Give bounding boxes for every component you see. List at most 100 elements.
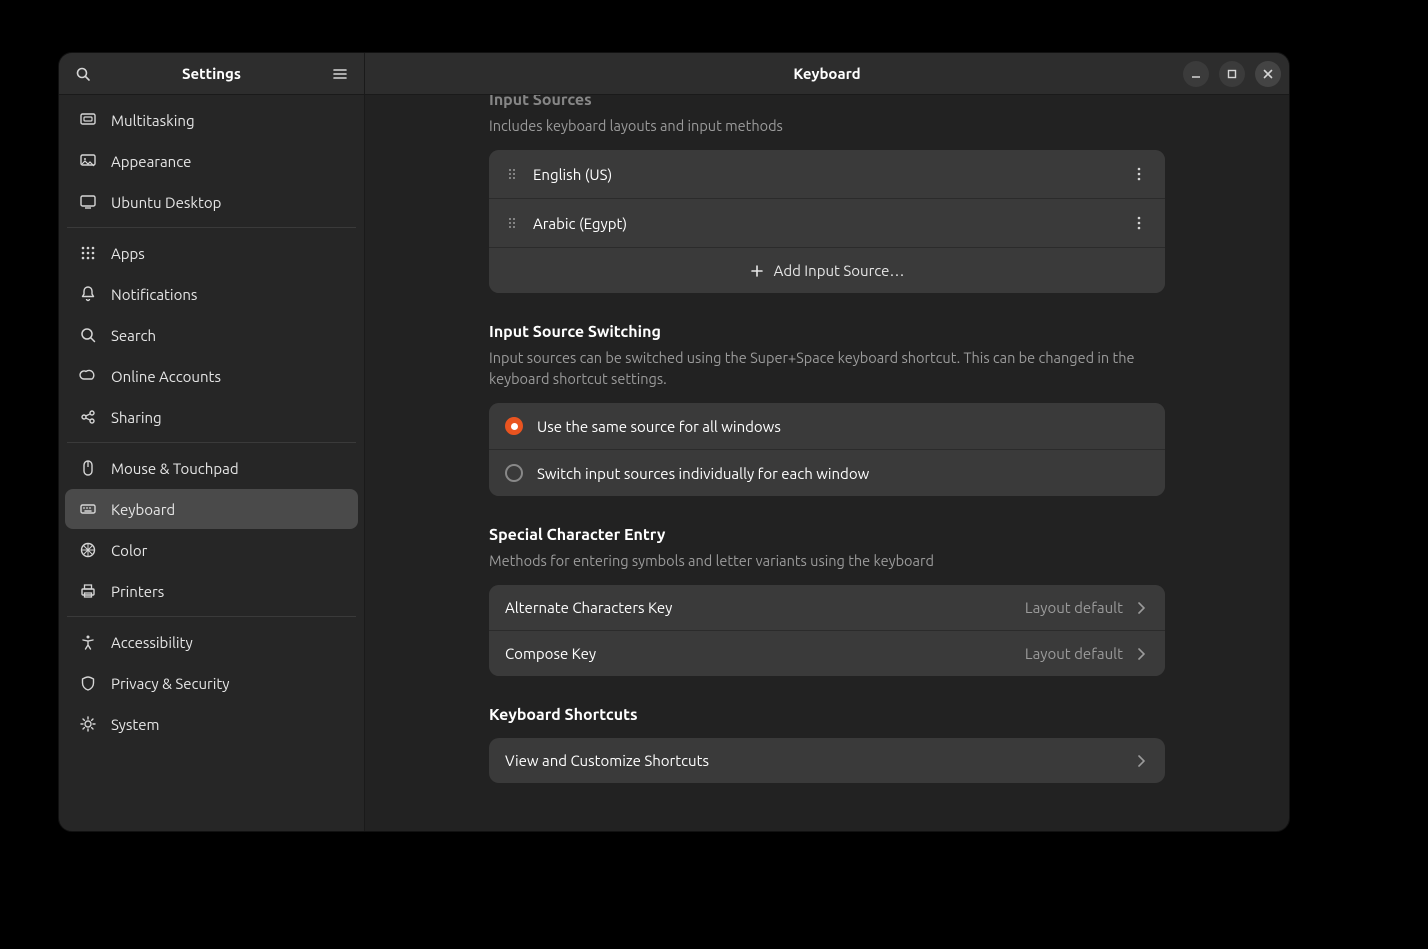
color-icon — [79, 541, 97, 559]
appearance-icon — [79, 152, 97, 170]
window-body: Multitasking Appearance Ubuntu Desktop Apps… — [59, 95, 1289, 831]
titlebar: Settings Keyboard — [59, 53, 1289, 95]
titlebar-content-header: Keyboard — [365, 53, 1289, 94]
content-inner: Input Sources Includes keyboard layouts … — [489, 95, 1165, 811]
chevron-right-icon — [1137, 755, 1149, 767]
content-pane[interactable]: Input Sources Includes keyboard layouts … — [365, 95, 1289, 831]
search-icon — [75, 66, 91, 82]
maximize-button[interactable] — [1219, 61, 1245, 87]
sidebar-item-printers[interactable]: Printers — [65, 571, 358, 611]
sidebar-item-label: Accessibility — [111, 634, 193, 651]
chevron-right-icon — [1137, 602, 1149, 614]
sidebar-item-search[interactable]: Search — [65, 315, 358, 355]
keyboard-icon — [79, 500, 97, 518]
sidebar-item-privacy-security[interactable]: Privacy & Security — [65, 663, 358, 703]
add-input-source-label: Add Input Source… — [774, 262, 905, 279]
section-title: Input Source Switching — [489, 323, 1165, 341]
sidebar-item-label: Apps — [111, 245, 145, 262]
section-keyboard-shortcuts: Keyboard Shortcuts View and Customize Sh… — [489, 706, 1165, 783]
apps-icon — [79, 244, 97, 262]
sidebar-item-mouse-touchpad[interactable]: Mouse & Touchpad — [65, 448, 358, 488]
radio-button[interactable] — [505, 464, 523, 482]
hamburger-icon — [332, 66, 348, 82]
drag-handle-icon[interactable] — [505, 215, 519, 231]
section-desc: Methods for entering symbols and letter … — [489, 550, 1165, 571]
titlebar-sidebar-header: Settings — [59, 53, 365, 94]
sidebar-item-label: Multitasking — [111, 112, 195, 129]
system-icon — [79, 715, 97, 733]
radio-button[interactable] — [505, 417, 523, 435]
input-sources-group: English (US) Arabic (Egypt) Add Input Sour… — [489, 150, 1165, 293]
section-title: Input Sources — [489, 95, 1165, 109]
sidebar-item-label: Ubuntu Desktop — [111, 194, 221, 211]
sidebar-item-keyboard[interactable]: Keyboard — [65, 489, 358, 529]
sidebar-item-label: Color — [111, 542, 147, 559]
switching-group: Use the same source for all windows Switc… — [489, 403, 1165, 496]
sidebar-item-accessibility[interactable]: Accessibility — [65, 622, 358, 662]
row-label: View and Customize Shortcuts — [505, 752, 709, 769]
switching-option-row[interactable]: Switch input sources individually for ea… — [489, 450, 1165, 496]
sidebar-item-label: Keyboard — [111, 501, 175, 518]
sidebar-item-color[interactable]: Color — [65, 530, 358, 570]
section-title: Keyboard Shortcuts — [489, 706, 1165, 724]
sidebar-item-notifications[interactable]: Notifications — [65, 274, 358, 314]
sidebar-separator — [67, 616, 356, 617]
sidebar-item-multitasking[interactable]: Multitasking — [65, 100, 358, 140]
sidebar[interactable]: Multitasking Appearance Ubuntu Desktop Apps… — [59, 95, 365, 831]
sidebar-item-apps[interactable]: Apps — [65, 233, 358, 273]
switching-option-label: Switch input sources individually for ea… — [537, 465, 869, 482]
mouse-touchpad-icon — [79, 459, 97, 477]
section-input-switching: Input Source Switching Input sources can… — [489, 323, 1165, 496]
special-entry-row[interactable]: Alternate Characters Key Layout default — [489, 585, 1165, 631]
sidebar-item-ubuntu-desktop[interactable]: Ubuntu Desktop — [65, 182, 358, 222]
add-input-source-button[interactable]: Add Input Source… — [489, 248, 1165, 293]
sidebar-item-label: Search — [111, 327, 156, 344]
sidebar-item-online-accounts[interactable]: Online Accounts — [65, 356, 358, 396]
search-button[interactable] — [69, 60, 97, 88]
input-source-row[interactable]: English (US) — [489, 150, 1165, 199]
input-source-menu-button[interactable] — [1129, 213, 1149, 233]
privacy-security-icon — [79, 674, 97, 692]
special-group: Alternate Characters KeyLayout defaultCo… — [489, 585, 1165, 676]
section-special-character: Special Character Entry Methods for ente… — [489, 526, 1165, 676]
sidebar-item-label: System — [111, 716, 160, 733]
row-label: Alternate Characters Key — [505, 599, 672, 616]
close-icon — [1263, 69, 1273, 79]
sidebar-separator — [67, 442, 356, 443]
ubuntu-desktop-icon — [79, 193, 97, 211]
sidebar-item-system[interactable]: System — [65, 704, 358, 744]
minimize-button[interactable] — [1183, 61, 1209, 87]
drag-handle-icon[interactable] — [505, 166, 519, 182]
chevron-right-icon — [1137, 648, 1149, 660]
row-value: Layout default — [1025, 599, 1123, 616]
switching-option-label: Use the same source for all windows — [537, 418, 781, 435]
sidebar-item-appearance[interactable]: Appearance — [65, 141, 358, 181]
multitasking-icon — [79, 111, 97, 129]
sidebar-item-label: Online Accounts — [111, 368, 221, 385]
search-icon — [79, 326, 97, 344]
sidebar-item-sharing[interactable]: Sharing — [65, 397, 358, 437]
settings-window: Settings Keyboard Multitasking Appearance… — [58, 52, 1290, 832]
sidebar-item-label: Notifications — [111, 286, 197, 303]
sidebar-item-label: Mouse & Touchpad — [111, 460, 239, 477]
plus-icon — [750, 264, 764, 278]
close-button[interactable] — [1255, 61, 1281, 87]
input-source-label: English (US) — [533, 166, 612, 183]
view-shortcuts-row[interactable]: View and Customize Shortcuts — [489, 738, 1165, 783]
section-title: Special Character Entry — [489, 526, 1165, 544]
minimize-icon — [1191, 69, 1201, 79]
section-input-sources: Input Sources Includes keyboard layouts … — [489, 95, 1165, 293]
input-source-label: Arabic (Egypt) — [533, 215, 627, 232]
hamburger-button[interactable] — [326, 60, 354, 88]
input-source-menu-button[interactable] — [1129, 164, 1149, 184]
window-controls — [1183, 61, 1281, 87]
row-value: Layout default — [1025, 645, 1123, 662]
input-source-row[interactable]: Arabic (Egypt) — [489, 199, 1165, 248]
sidebar-item-label: Sharing — [111, 409, 162, 426]
special-entry-row[interactable]: Compose KeyLayout default — [489, 631, 1165, 676]
page-title: Keyboard — [793, 65, 860, 82]
shortcuts-group: View and Customize Shortcuts — [489, 738, 1165, 783]
switching-option-row[interactable]: Use the same source for all windows — [489, 403, 1165, 450]
sidebar-item-label: Printers — [111, 583, 164, 600]
section-desc: Input sources can be switched using the … — [489, 347, 1165, 389]
